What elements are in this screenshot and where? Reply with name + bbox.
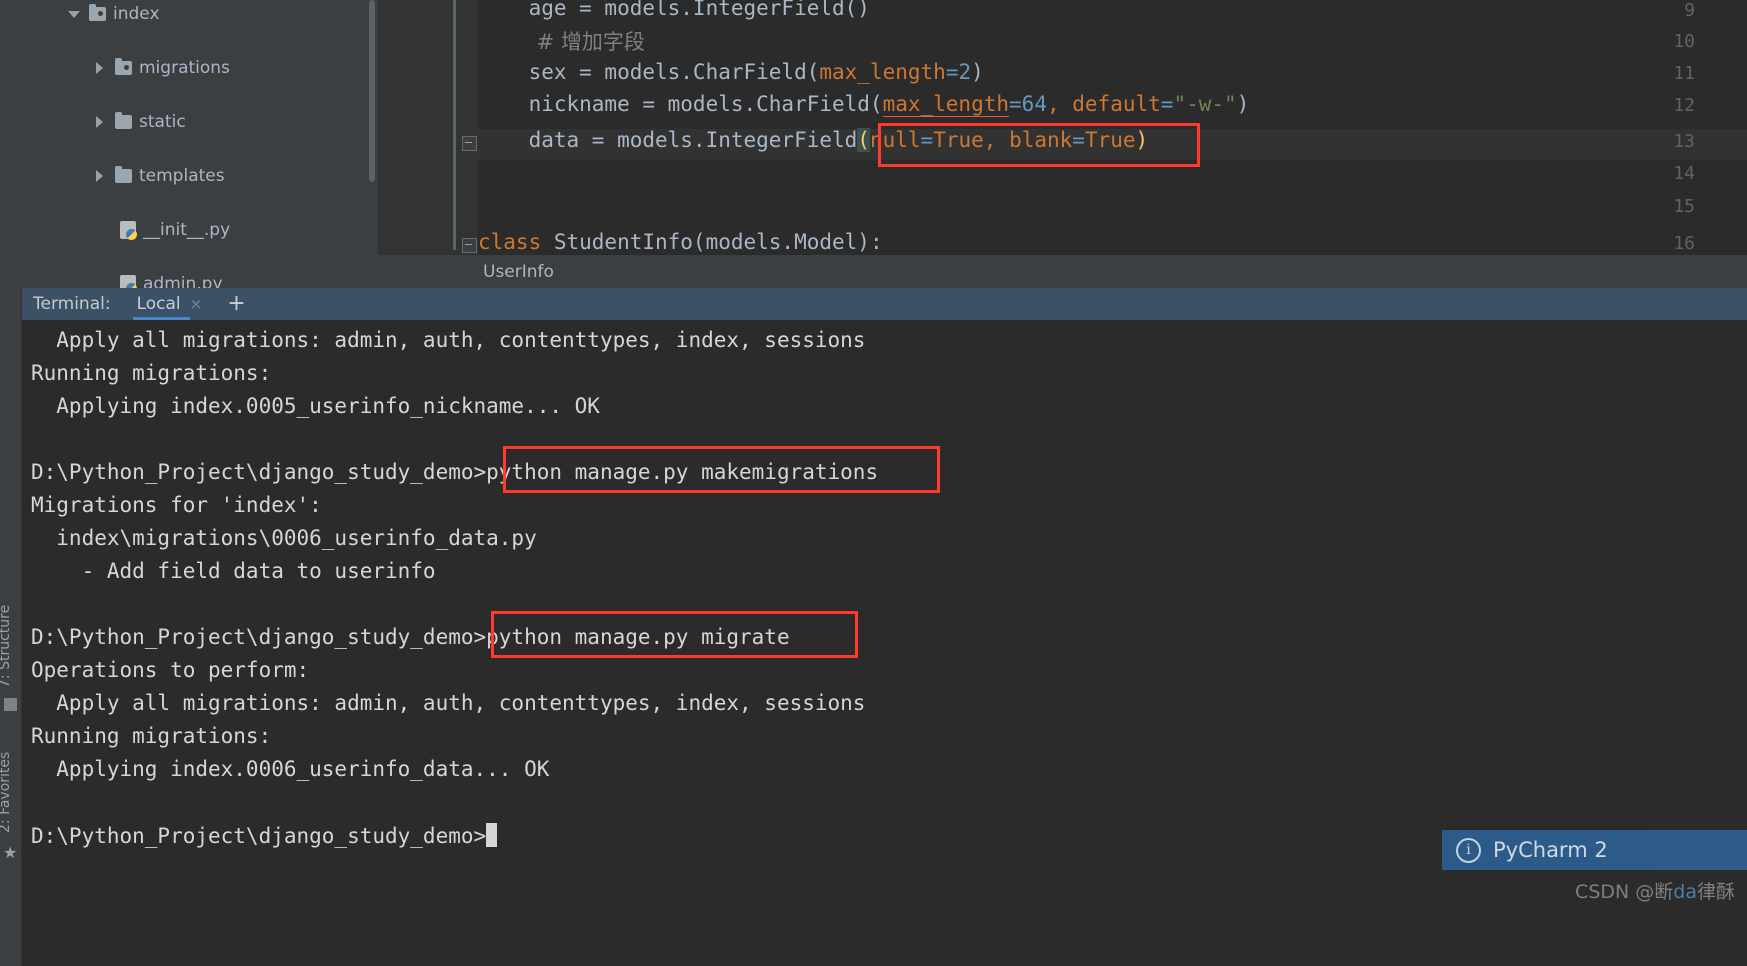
tree-item-templates[interactable]: templates <box>21 162 378 189</box>
terminal-line: Applying index.0006_userinfo_data... OK <box>31 757 550 781</box>
editor-gutter[interactable] <box>378 0 478 260</box>
code-line-11: sex = models.CharField(max_length=2) <box>478 60 984 84</box>
pycharm-notification[interactable]: i PyCharm 2 <box>1442 830 1747 870</box>
tree-scrollbar[interactable] <box>369 0 375 182</box>
terminal-line: Running migrations: <box>31 724 272 748</box>
line-number: 16 <box>1673 233 1695 254</box>
python-file-icon <box>120 220 137 240</box>
line-number: 15 <box>1673 196 1695 217</box>
breadcrumb-label: UserInfo <box>483 261 554 282</box>
structure-icon[interactable] <box>4 698 17 711</box>
terminal-line: Operations to perform: <box>31 658 310 682</box>
tree-item-label: static <box>139 111 186 132</box>
left-gutter-top <box>0 0 22 288</box>
highlight-box-makemigrations <box>503 446 940 493</box>
chevron-right-icon[interactable] <box>93 61 107 75</box>
highlight-box-migrate <box>491 611 858 658</box>
tree-item-label: index <box>113 3 160 24</box>
code-line-10: # 增加字段 <box>478 26 645 56</box>
code-token: sex = models.CharField( <box>478 60 820 84</box>
tab-local-label: Local <box>136 294 181 314</box>
fold-marker-icon[interactable] <box>462 136 477 151</box>
code-token: ) <box>1236 92 1250 116</box>
fold-marker-icon[interactable] <box>462 238 477 253</box>
python-file-icon <box>120 274 137 288</box>
tree-item-init-py[interactable]: __init__.py <box>21 216 378 243</box>
code-comment: # 增加字段 <box>536 30 645 54</box>
code-editor[interactable]: 9 10 11 12 13 14 15 16 age = models.Inte… <box>378 0 1747 288</box>
notification-text: PyCharm 2 <box>1493 838 1608 862</box>
star-icon[interactable]: ★ <box>3 843 17 862</box>
project-tree-panel[interactable]: index migrations static templates __init… <box>21 0 378 288</box>
line-number: 11 <box>1673 63 1695 84</box>
breadcrumb[interactable]: UserInfo <box>378 255 1747 288</box>
code-number: 2 <box>958 60 972 84</box>
terminal-line: index\migrations\0006_userinfo_data.py <box>31 526 537 550</box>
folder-source-icon <box>115 57 132 75</box>
line-number: 10 <box>1673 31 1695 52</box>
info-icon: i <box>1456 837 1481 863</box>
line-number: 12 <box>1673 95 1695 116</box>
watermark: CSDN @断da律酥 <box>1575 877 1735 904</box>
tool-button-favorites[interactable]: 2: Favorites <box>0 752 13 833</box>
tree-item-label: migrations <box>139 57 230 78</box>
code-token: age = models.IntegerField() <box>478 0 870 20</box>
code-line-12: nickname = models.CharField(max_length=6… <box>478 92 1250 117</box>
tab-local[interactable]: Local × <box>132 288 207 320</box>
terminal-line: - Add field data to userinfo <box>31 559 436 583</box>
code-sep: , <box>1046 92 1073 116</box>
folder-icon <box>115 165 132 183</box>
left-tool-strip[interactable]: 7: Structure ★ 2: Favorites <box>0 288 22 966</box>
terminal-line: Apply all migrations: admin, auth, conte… <box>31 691 866 715</box>
folder-icon <box>115 111 132 129</box>
code-keyword: class <box>478 230 542 254</box>
chevron-right-icon[interactable] <box>93 169 107 183</box>
code-paren-match: ( <box>857 128 870 152</box>
code-token: data = models.IntegerField <box>478 128 858 152</box>
tree-item-migrations[interactable]: migrations <box>21 54 378 81</box>
code-line-16: class StudentInfo(models.Model): <box>478 230 883 254</box>
code-kwarg: max_length <box>882 92 1010 117</box>
watermark-suffix: 律酥 <box>1696 881 1735 903</box>
line-number: 9 <box>1684 0 1695 21</box>
code-string: "-w-" <box>1173 92 1237 116</box>
code-token: StudentInfo(models.Model): <box>541 230 883 254</box>
tree-item-label: templates <box>139 165 225 186</box>
terminal-prompt-line: D:\Python_Project\django_study_demo> <box>31 823 498 848</box>
terminal-line: Migrations for 'index': <box>31 493 322 517</box>
code-token: nickname = models.CharField( <box>478 92 883 116</box>
gutter-divider <box>453 0 456 250</box>
tool-button-structure[interactable]: 7: Structure <box>0 605 13 688</box>
folder-source-icon <box>89 3 106 21</box>
tree-item-admin-py[interactable]: admin.py <box>21 270 378 288</box>
tree-item-label: __init__.py <box>143 219 231 240</box>
add-terminal-button[interactable]: + <box>227 293 245 315</box>
tree-item-label: admin.py <box>143 273 223 289</box>
line-number: 13 <box>1673 131 1695 152</box>
tree-item-index[interactable]: index <box>21 0 378 27</box>
terminal-caret <box>486 823 498 847</box>
tree-item-static[interactable]: static <box>21 108 378 135</box>
terminal-label: Terminal: <box>33 294 111 314</box>
code-number: 64 <box>1021 92 1047 116</box>
code-token: ) <box>971 60 984 84</box>
code-kwarg: max_length <box>819 60 946 84</box>
pycharm-window: index migrations static templates __init… <box>0 0 1747 966</box>
line-number: 14 <box>1673 163 1695 184</box>
terminal-tab-bar[interactable]: Terminal: Local × + <box>21 288 1747 320</box>
watermark-prefix: CSDN @断 <box>1575 881 1674 903</box>
terminal-line: Applying index.0005_userinfo_nickname...… <box>31 394 600 418</box>
prompt-text: D:\Python_Project\django_study_demo> <box>31 824 487 848</box>
highlight-box-field-args <box>878 123 1200 167</box>
terminal-line: Running migrations: <box>31 361 272 385</box>
terminal-line: Apply all migrations: admin, auth, conte… <box>31 328 866 352</box>
top-area: index migrations static templates __init… <box>0 0 1747 288</box>
watermark-highlight: da <box>1673 881 1697 903</box>
code-line-9: age = models.IntegerField() <box>478 0 870 20</box>
chevron-right-icon[interactable] <box>93 115 107 129</box>
code-kwarg: default <box>1072 92 1161 116</box>
close-icon[interactable]: × <box>190 295 203 313</box>
code-op: = <box>945 60 959 84</box>
chevron-down-icon[interactable] <box>67 7 81 21</box>
